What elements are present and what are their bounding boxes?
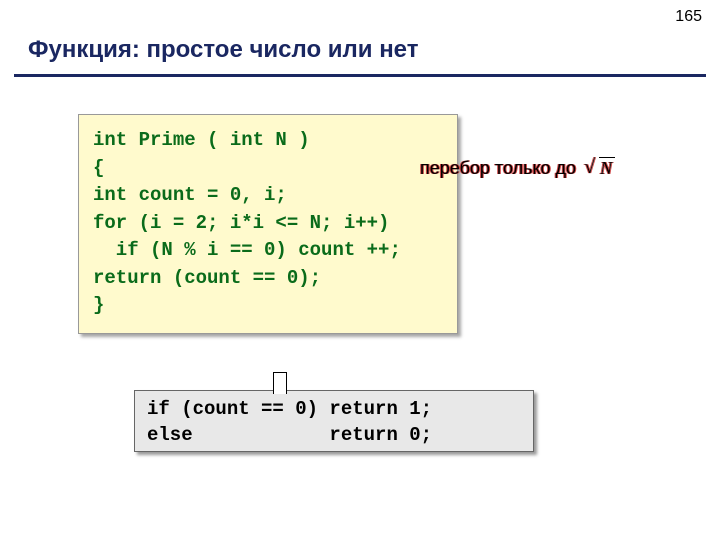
code-block-expansion: if (count == 0) return 1; else return 0;	[134, 390, 534, 452]
title-divider	[14, 74, 706, 77]
sqrt-icon: N	[587, 158, 615, 179]
annotation-label: перебор только до N	[420, 158, 615, 179]
callout-pointer	[273, 372, 287, 394]
page-number: 165	[675, 8, 702, 26]
sqrt-operand: N	[599, 157, 615, 178]
annotation-text: перебор только до	[420, 158, 576, 178]
code-block-main: int Prime ( int N ) { int count = 0, i; …	[78, 114, 458, 334]
page-title: Функция: простое число или нет	[28, 36, 418, 64]
